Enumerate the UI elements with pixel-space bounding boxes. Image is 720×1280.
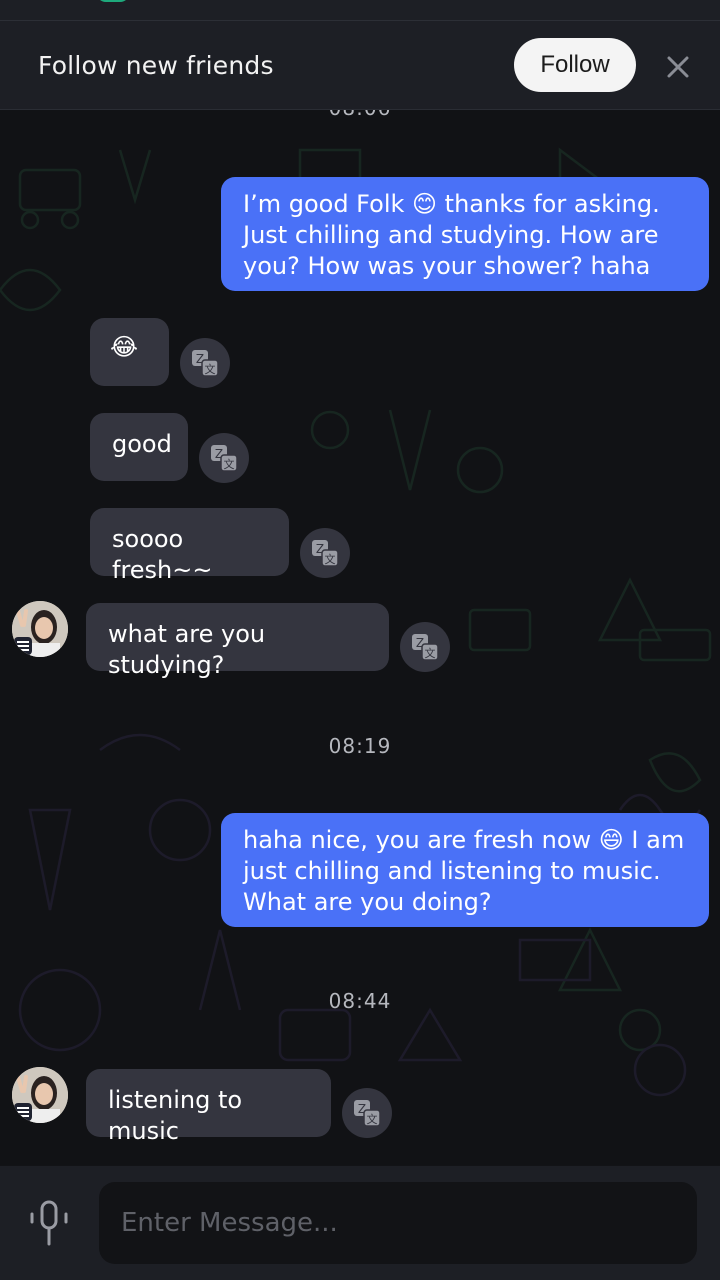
received-message-bubble[interactable]: what are you studying? bbox=[86, 603, 389, 679]
microphone-icon[interactable] bbox=[28, 1200, 70, 1246]
follow-banner-text: Follow new friends bbox=[38, 51, 274, 80]
timestamp: 08:19 bbox=[328, 734, 392, 758]
svg-text:文: 文 bbox=[425, 646, 436, 660]
avatar-photo bbox=[12, 601, 68, 657]
svg-text:文: 文 bbox=[205, 362, 216, 376]
close-icon[interactable] bbox=[662, 51, 694, 83]
received-message-bubble[interactable]: soooo fresh~~ bbox=[90, 508, 289, 584]
translate-icon[interactable]: Z 文 bbox=[342, 1088, 392, 1138]
received-message-bubble[interactable]: listening to music bbox=[86, 1069, 331, 1145]
timestamp: 08:44 bbox=[328, 989, 392, 1013]
composer-bar bbox=[0, 1166, 720, 1280]
avatar[interactable] bbox=[12, 601, 68, 657]
avatar[interactable] bbox=[12, 1067, 68, 1123]
received-message-bubble[interactable]: 😂 bbox=[90, 318, 169, 386]
avatar-photo bbox=[12, 1067, 68, 1123]
follow-banner: Follow new friends Follow bbox=[0, 21, 720, 110]
translate-icon[interactable]: Z 文 bbox=[400, 622, 450, 672]
svg-text:文: 文 bbox=[224, 457, 235, 471]
message-input[interactable] bbox=[99, 1182, 697, 1264]
timestamp: 08:06 bbox=[0, 110, 720, 120]
translate-icon[interactable]: Z 文 bbox=[180, 338, 230, 388]
sent-message-bubble[interactable]: haha nice, you are fresh now 😄 I am just… bbox=[221, 813, 709, 927]
svg-text:文: 文 bbox=[367, 1112, 378, 1126]
translate-icon[interactable]: Z 文 bbox=[300, 528, 350, 578]
chat-area[interactable]: 08:06 I’m good Folk 😊 thanks for asking.… bbox=[0, 110, 720, 1165]
sent-message-bubble[interactable]: I’m good Folk 😊 thanks for asking. Just … bbox=[221, 177, 709, 291]
top-badge bbox=[96, 0, 130, 2]
svg-text:文: 文 bbox=[325, 552, 336, 566]
received-message-bubble[interactable]: good bbox=[90, 413, 188, 481]
follow-button[interactable]: Follow bbox=[514, 38, 636, 92]
translate-icon[interactable]: Z 文 bbox=[199, 433, 249, 483]
status-strip bbox=[0, 0, 720, 21]
